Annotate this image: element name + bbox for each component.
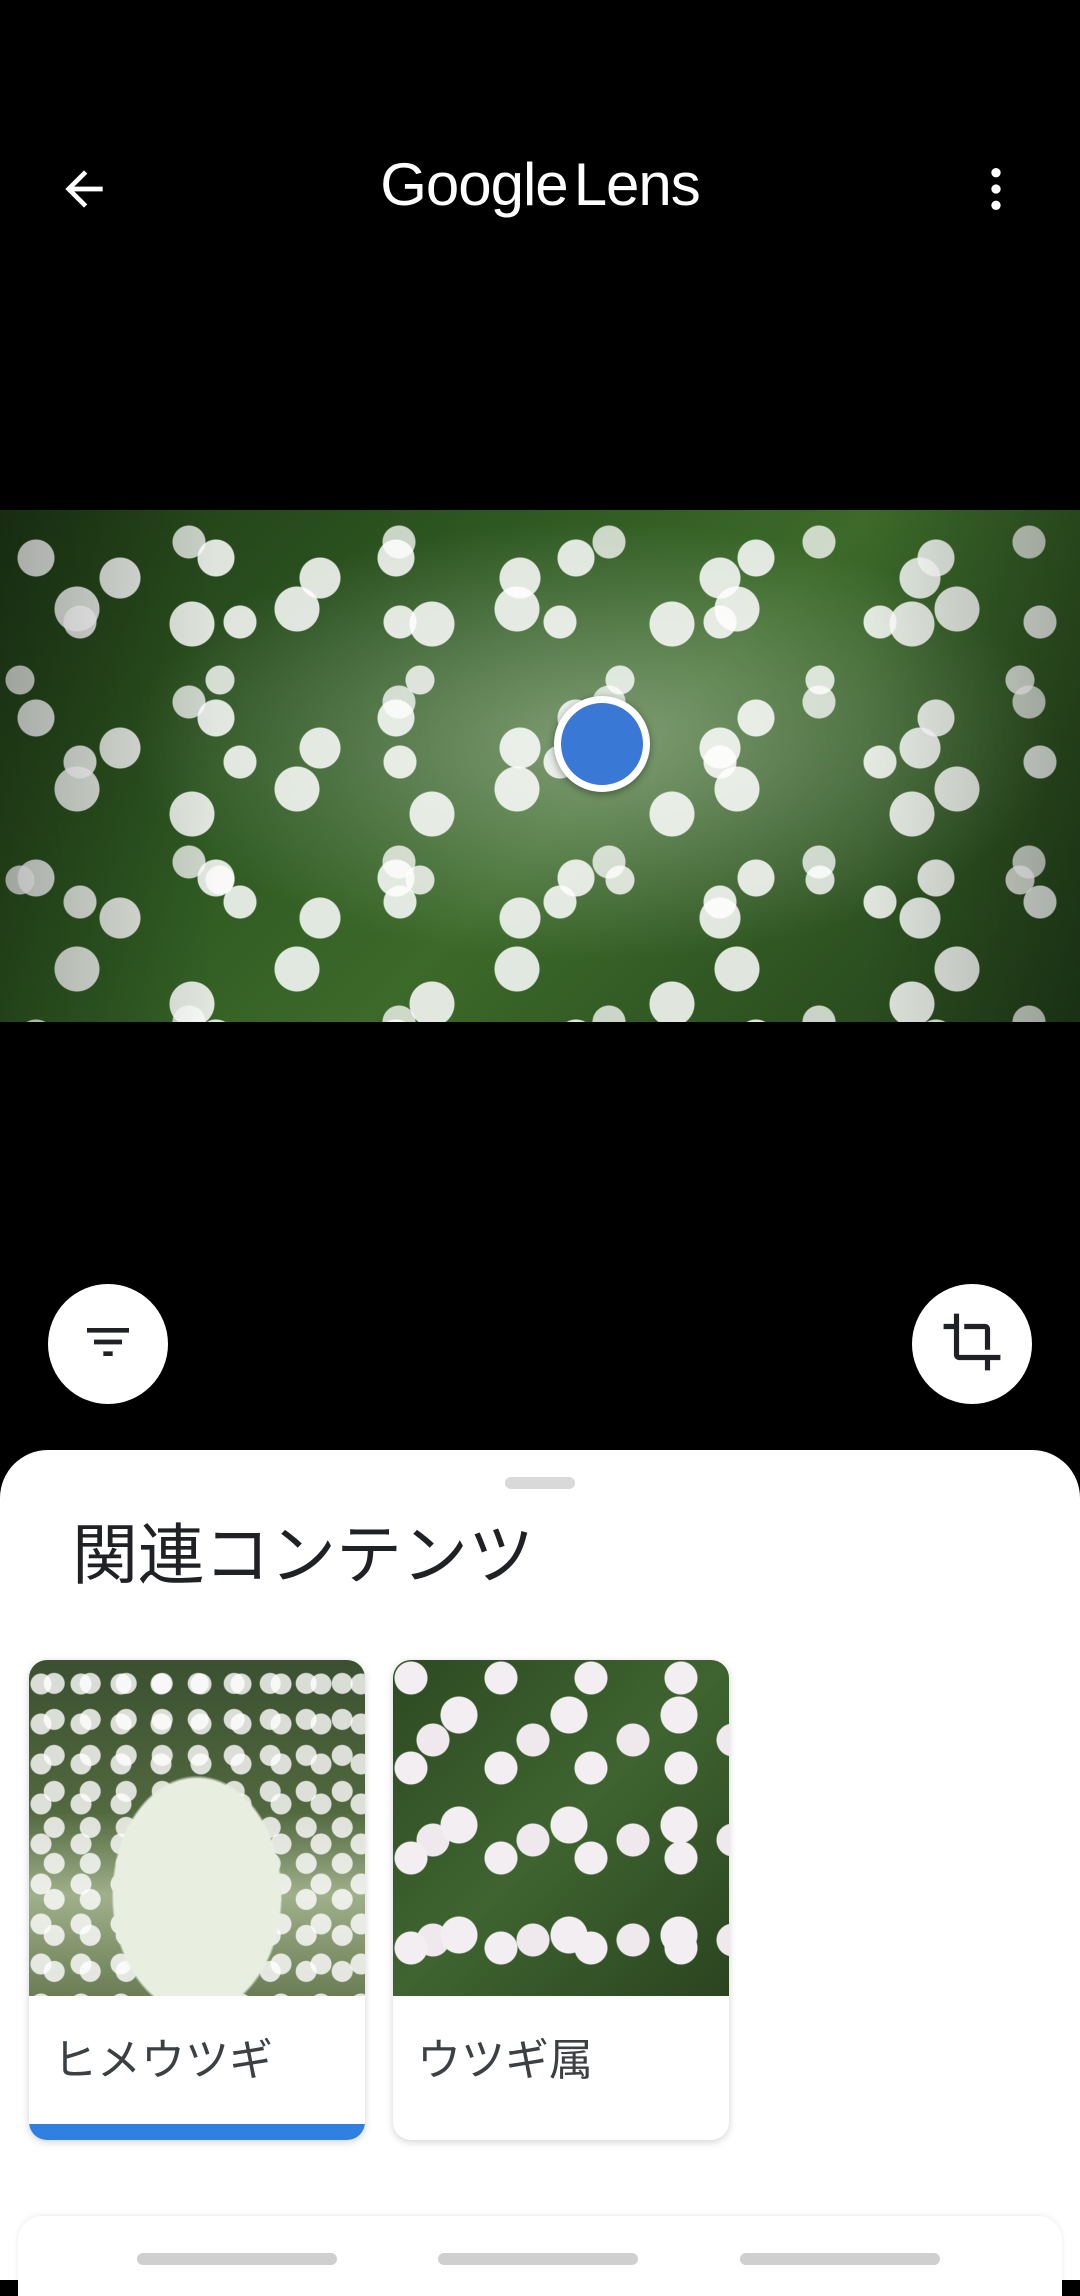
title-lens: Lens — [573, 151, 701, 218]
placeholder-bar — [740, 2253, 940, 2265]
top-bar: Google Lens — [0, 0, 1080, 390]
placeholder-bar — [438, 2253, 638, 2265]
more-options-button[interactable] — [960, 155, 1032, 227]
crop-icon — [941, 1311, 1003, 1377]
result-thumbnail — [29, 1660, 365, 1996]
result-label: ヒメウツギ — [53, 2035, 273, 2086]
result-card[interactable]: ウツギ属 — [393, 1660, 729, 2140]
analyzed-photo[interactable] — [0, 510, 1080, 1022]
filter-icon — [80, 1314, 136, 1374]
more-vert-icon — [968, 161, 1024, 221]
crop-button[interactable] — [912, 1284, 1032, 1404]
result-label: ウツギ属 — [417, 2035, 593, 2086]
title-google: Google — [380, 151, 568, 218]
results-bottom-sheet: 関連コンテンツ ヒメウツギ ウツギ属 — [0, 1450, 1080, 2280]
result-thumbnail — [393, 1660, 729, 1996]
placeholder-bar — [137, 2253, 337, 2265]
filter-button[interactable] — [48, 1284, 168, 1404]
sheet-title: 関連コンテンツ — [72, 1517, 534, 1594]
sheet-drag-handle[interactable] — [505, 1477, 575, 1489]
app-title: Google Lens — [0, 150, 1080, 219]
result-card[interactable]: ヒメウツギ — [29, 1660, 365, 2140]
focus-dot-icon[interactable] — [554, 696, 650, 792]
selected-indicator — [29, 2124, 365, 2140]
